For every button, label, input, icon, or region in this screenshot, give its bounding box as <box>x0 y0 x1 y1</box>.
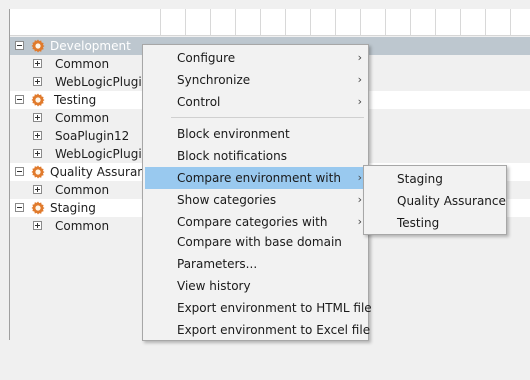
submenu-arrow-icon: › <box>357 95 362 108</box>
menu-item-label: Compare with base domain <box>177 235 342 249</box>
environment-context-menu: Configure › Synchronize › Control › Bloc… <box>142 44 372 341</box>
environment-gear-icon <box>31 93 45 107</box>
menu-item-label: Show categories <box>177 193 277 207</box>
tree-header <box>10 9 530 36</box>
header-column-grid <box>160 9 530 35</box>
submenu-item-testing[interactable]: Testing <box>366 212 504 234</box>
environment-gear-icon <box>31 201 45 215</box>
collapse-icon[interactable] <box>15 167 24 176</box>
menu-item-label: Synchronize <box>177 73 251 87</box>
collapse-icon[interactable] <box>15 203 24 212</box>
menu-item-compare-with-base-domain[interactable]: Compare with base domain <box>145 231 366 253</box>
plugin-label: Common <box>55 111 110 125</box>
menu-item-label: Compare environment with <box>177 171 341 185</box>
menu-item-label: Block notifications <box>177 149 288 163</box>
menu-item-label: Compare categories with <box>177 215 328 229</box>
menu-item-label: Parameters... <box>177 257 258 271</box>
environment-gear-icon <box>31 39 45 53</box>
menu-item-compare-categories-with[interactable]: Compare categories with › <box>145 211 366 233</box>
expand-icon[interactable] <box>33 185 42 194</box>
menu-item-label: View history <box>177 279 251 293</box>
environment-label: Staging <box>50 201 96 215</box>
menu-item-label: Block environment <box>177 127 290 141</box>
menu-item-label: Control <box>177 95 221 109</box>
menu-item-show-categories[interactable]: Show categories › <box>145 189 366 211</box>
expand-icon[interactable] <box>33 221 42 230</box>
compare-environment-submenu: Staging Quality Assurance Testing <box>363 165 507 235</box>
menu-item-label: Export environment to HTML file <box>177 301 372 315</box>
environment-label: Development <box>50 39 131 53</box>
expand-icon[interactable] <box>33 59 42 68</box>
collapse-icon[interactable] <box>15 41 24 50</box>
expand-icon[interactable] <box>33 131 42 140</box>
submenu-arrow-icon: › <box>357 215 362 228</box>
collapse-icon[interactable] <box>15 95 24 104</box>
submenu-arrow-icon: › <box>357 193 362 206</box>
menu-item-block-notifications[interactable]: Block notifications <box>145 145 366 167</box>
menu-item-parameters[interactable]: Parameters... <box>145 253 366 275</box>
plugin-label: Common <box>55 219 110 233</box>
menu-item-configure[interactable]: Configure › <box>145 47 366 69</box>
plugin-label: Common <box>55 57 110 71</box>
menu-item-export-excel[interactable]: Export environment to Excel file <box>145 319 370 341</box>
submenu-arrow-icon: › <box>357 51 362 64</box>
submenu-item-staging[interactable]: Staging <box>366 168 504 190</box>
menu-item-export-html[interactable]: Export environment to HTML file <box>145 297 372 319</box>
menu-item-label: Configure <box>177 51 236 65</box>
menu-item-compare-environment-with[interactable]: Compare environment with › <box>145 167 366 189</box>
plugin-label: WebLogicPlugin <box>55 147 150 161</box>
submenu-item-label: Quality Assurance <box>397 194 506 208</box>
submenu-arrow-icon: › <box>357 171 362 184</box>
plugin-label: SoaPlugin12 <box>55 129 130 143</box>
menu-separator <box>171 117 364 118</box>
environment-label: Testing <box>54 93 97 107</box>
plugin-label: WebLogicPlugin <box>55 75 150 89</box>
menu-item-view-history[interactable]: View history <box>145 275 366 297</box>
menu-item-label: Export environment to Excel file <box>177 323 371 337</box>
menu-item-control[interactable]: Control › <box>145 91 366 113</box>
submenu-item-label: Staging <box>397 172 443 186</box>
submenu-item-label: Testing <box>397 216 440 230</box>
menu-item-synchronize[interactable]: Synchronize › <box>145 69 366 91</box>
expand-icon[interactable] <box>33 77 42 86</box>
submenu-item-quality-assurance[interactable]: Quality Assurance <box>366 190 506 212</box>
plugin-label: Common <box>55 183 110 197</box>
expand-icon[interactable] <box>33 113 42 122</box>
submenu-arrow-icon: › <box>357 73 362 86</box>
expand-icon[interactable] <box>33 149 42 158</box>
menu-item-block-environment[interactable]: Block environment <box>145 123 366 145</box>
environment-gear-icon <box>31 165 45 179</box>
